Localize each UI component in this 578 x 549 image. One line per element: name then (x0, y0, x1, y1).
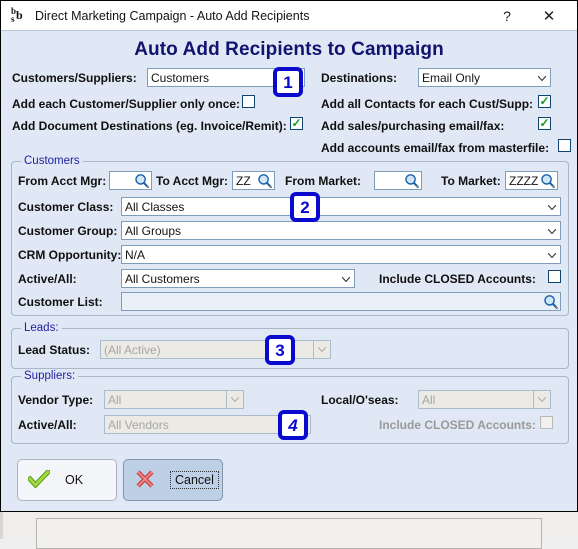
customer-list-label: Customer List: (18, 295, 103, 309)
chevron-down-icon (342, 276, 350, 282)
help-button[interactable]: ? (489, 1, 525, 31)
close-button[interactable]: ✕ (531, 1, 567, 31)
customer-group-select[interactable]: All Groups (121, 221, 561, 240)
bsb-app-icon: b b s (10, 6, 28, 25)
to-market-input[interactable]: ZZZZ (505, 171, 558, 190)
background-window-panel (36, 518, 542, 549)
background-window-edge (0, 512, 3, 539)
vendor-type-select[interactable]: All (104, 390, 244, 409)
customers-group-legend: Customers (21, 155, 83, 167)
add-all-contacts-label: Add all Contacts for each Cust/Supp: (321, 97, 534, 111)
customer-class-label: Customer Class: (18, 200, 114, 214)
add-once-checkbox[interactable] (242, 95, 255, 108)
add-sales-email-label: Add sales/purchasing email/fax: (321, 119, 505, 133)
customers-suppliers-label: Customers/Suppliers: (12, 71, 137, 85)
annotation-badge-4: 4 (278, 410, 308, 440)
from-market-label: From Market: (285, 174, 362, 188)
to-acct-mgr-input[interactable]: ZZ (232, 171, 275, 190)
customers-active-all-select[interactable]: All Customers (121, 269, 355, 288)
suppliers-include-closed-checkbox[interactable] (540, 416, 553, 429)
destinations-label: Destinations: (321, 71, 398, 85)
lead-status-label: Lead Status: (18, 343, 91, 357)
leads-group-legend: Leads: (21, 322, 62, 334)
search-icon[interactable] (134, 173, 150, 189)
app-icon-glyph-s: s (11, 13, 15, 24)
check-icon: ✓ (539, 116, 550, 130)
ok-button-label: OK (64, 473, 84, 487)
window-title: Direct Marketing Campaign - Auto Add Rec… (35, 8, 310, 23)
local-overseas-label: Local/O'seas: (321, 393, 399, 407)
customers-suppliers-value: Customers (151, 70, 210, 85)
customer-list-input[interactable] (121, 292, 561, 311)
ok-button[interactable]: OK (17, 459, 117, 501)
to-acct-mgr-label: To Acct Mgr: (156, 174, 228, 188)
add-doc-destinations-checkbox[interactable]: ✓ (290, 117, 303, 130)
add-accounts-email-label: Add accounts email/fax from masterfile: (321, 141, 550, 155)
app-icon-glyph-b2: b (16, 7, 23, 22)
cancel-button[interactable]: Cancel (123, 459, 223, 501)
red-cross-icon (130, 469, 160, 491)
from-market-input[interactable] (374, 171, 422, 190)
annotation-badge-2: 2 (290, 192, 320, 222)
background-window-strip (0, 512, 578, 549)
customer-group-value: All Groups (125, 223, 182, 238)
suppliers-include-closed-label: Include CLOSED Accounts: (379, 418, 536, 432)
add-sales-email-checkbox[interactable]: ✓ (538, 117, 551, 130)
vendor-type-value: All (108, 392, 122, 407)
add-accounts-email-checkbox[interactable] (558, 139, 571, 152)
annotation-badge-1: 1 (273, 67, 303, 97)
chevron-down-icon (548, 204, 556, 210)
chevron-down-icon[interactable] (227, 390, 244, 409)
local-overseas-value: All (422, 392, 436, 407)
chevron-down-icon (548, 228, 556, 234)
destinations-value: Email Only (422, 70, 481, 85)
suppliers-active-all-value: All Vendors (108, 417, 169, 432)
to-market-label: To Market: (441, 174, 501, 188)
lead-status-value: (All Active) (104, 342, 161, 357)
customers-active-all-value: All Customers (125, 271, 200, 286)
green-tick-icon (24, 467, 54, 491)
search-icon[interactable] (543, 294, 559, 310)
search-icon[interactable] (257, 173, 273, 189)
chevron-down-icon (538, 75, 546, 81)
from-acct-mgr-input[interactable] (109, 171, 152, 190)
customers-include-closed-label: Include CLOSED Accounts: (379, 272, 536, 286)
crm-opportunity-value: N/A (125, 247, 146, 262)
chevron-down-icon (548, 252, 556, 258)
search-icon[interactable] (540, 173, 556, 189)
customer-class-value: All Classes (125, 199, 185, 214)
crm-opportunity-label: CRM Opportunity: (18, 248, 122, 262)
add-doc-destinations-label: Add Document Destinations (eg. Invoice/R… (12, 119, 287, 133)
suppliers-group-legend: Suppliers: (21, 370, 79, 382)
customer-class-select[interactable]: All Classes (121, 197, 561, 216)
add-all-contacts-checkbox[interactable]: ✓ (538, 95, 551, 108)
customer-group-label: Customer Group: (18, 224, 118, 238)
suppliers-active-all-label: Active/All: (18, 418, 77, 432)
title-bar: b b s Direct Marketing Campaign - Auto A… (1, 1, 577, 31)
check-icon: ✓ (291, 116, 302, 130)
cancel-button-label: Cancel (170, 471, 219, 489)
add-once-label: Add each Customer/Supplier only once: (12, 97, 241, 111)
lead-status-select[interactable]: (All Active) (100, 340, 331, 359)
search-icon[interactable] (404, 173, 420, 189)
to-acct-mgr-value: ZZ (236, 173, 251, 188)
check-icon: ✓ (539, 94, 550, 108)
page-title: Auto Add Recipients to Campaign (134, 39, 444, 60)
local-overseas-select[interactable]: All (418, 390, 551, 409)
chevron-down-icon[interactable] (534, 390, 551, 409)
vendor-type-label: Vendor Type: (18, 393, 94, 407)
customers-active-all-label: Active/All: (18, 272, 77, 286)
from-acct-mgr-label: From Acct Mgr: (18, 174, 107, 188)
customers-include-closed-checkbox[interactable] (548, 270, 561, 283)
annotation-badge-3: 3 (265, 335, 295, 365)
to-market-value: ZZZZ (509, 173, 539, 188)
crm-opportunity-select[interactable]: N/A (121, 245, 561, 264)
destinations-select[interactable]: Email Only (418, 68, 551, 87)
chevron-down-icon[interactable] (314, 340, 331, 359)
dialog-window: b b s Direct Marketing Campaign - Auto A… (0, 0, 578, 512)
